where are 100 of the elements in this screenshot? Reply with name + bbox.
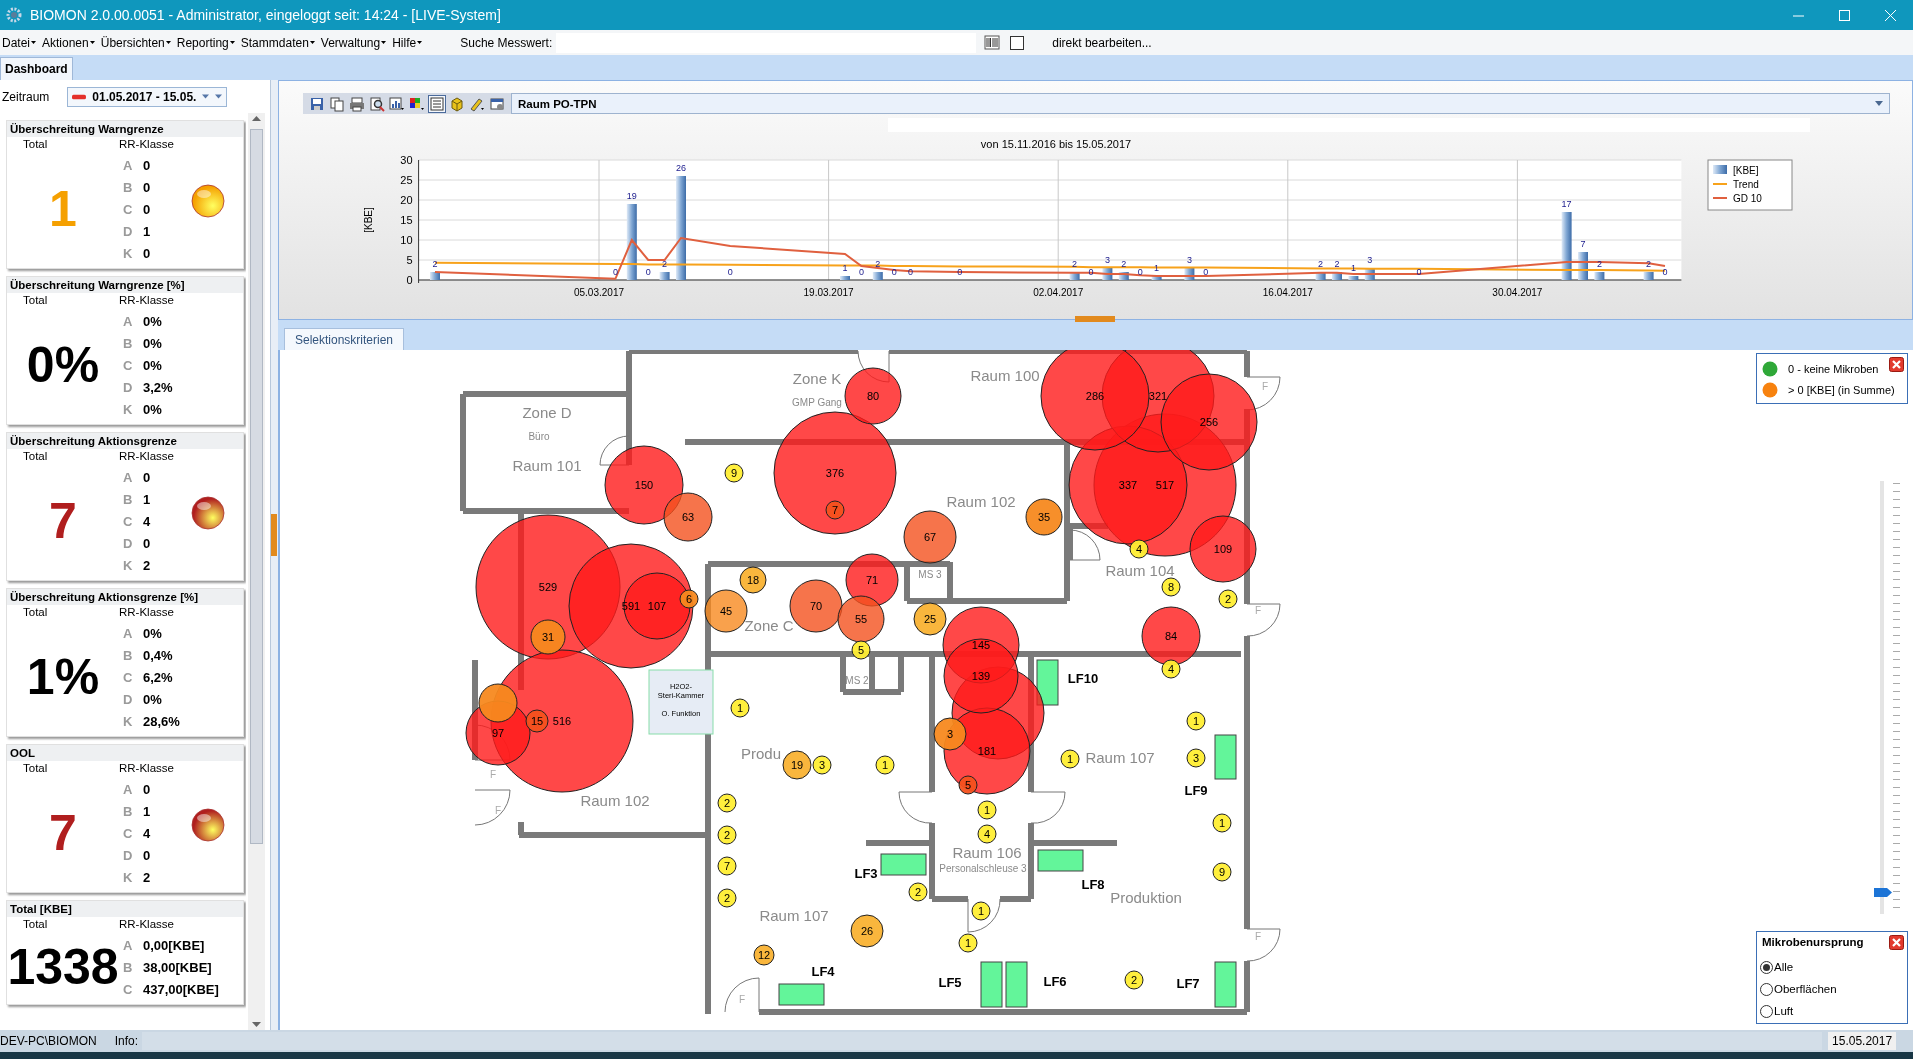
marker-label: 529: [538, 581, 558, 593]
radio-button[interactable]: [1760, 960, 1773, 974]
radio-label[interactable]: Luft: [1774, 1005, 1794, 1017]
color-grid-icon[interactable]: [409, 95, 425, 112]
menu-item[interactable]: Stammdaten: [238, 35, 319, 50]
chart-icon[interactable]: [389, 95, 405, 112]
radio-label[interactable]: Alle: [1774, 961, 1794, 973]
marker-label: 286: [1085, 390, 1105, 402]
card-title: Total [KBE]: [7, 901, 243, 917]
total-value: 1: [49, 184, 77, 234]
count-marker: [971, 901, 991, 921]
class-value: 0,00[KBE]: [143, 937, 205, 953]
class-label: RR-Klasse: [119, 918, 175, 932]
radio-button[interactable]: [1760, 1004, 1773, 1018]
legend-label: [KBE]: [1733, 165, 1759, 176]
bench: [880, 853, 927, 876]
card-title: OOL: [7, 745, 243, 761]
menu-item[interactable]: Reporting: [174, 35, 239, 50]
close-icon[interactable]: [1889, 935, 1904, 950]
total-value: 7: [49, 808, 77, 858]
total-value: 0%: [26, 340, 100, 390]
barcode-icon[interactable]: [984, 35, 1001, 50]
radio-label[interactable]: Oberflächen: [1774, 983, 1837, 995]
close-icon[interactable]: [1889, 357, 1904, 372]
marker-label: 2: [914, 886, 922, 898]
line-swatch-icon: [1712, 183, 1728, 185]
marker-label: 80: [866, 390, 880, 402]
legend-label: Trend: [1733, 179, 1759, 190]
period-dropdown[interactable]: 01.05.2017 - 15.05.: [67, 86, 228, 107]
axis-label: 16.04.2017: [1262, 287, 1313, 298]
bench: [1037, 849, 1084, 872]
menu-item[interactable]: Verwaltung: [318, 35, 391, 50]
class-letter: A: [122, 469, 134, 485]
axis-label: 0: [406, 274, 413, 286]
marker-label: 26: [860, 925, 874, 937]
class-letter: K: [122, 401, 134, 417]
data-label: 0: [1088, 267, 1094, 277]
class-letter: A: [122, 937, 134, 953]
data-label: 1: [1350, 263, 1356, 273]
list-icon[interactable]: [429, 95, 445, 112]
marker-label: 4: [983, 828, 991, 840]
door-label: F: [490, 769, 497, 780]
checkbox-label[interactable]: direkt bearbeiten...: [1052, 35, 1152, 50]
room-label: Produ: [741, 745, 781, 762]
radio-button[interactable]: [1760, 982, 1773, 996]
bar: [840, 276, 850, 280]
marker-label: 9: [1218, 866, 1226, 878]
count-marker: [1124, 970, 1144, 990]
class-letter: B: [122, 647, 134, 663]
class-value: 0%: [143, 691, 162, 707]
marker-label: 12: [757, 949, 771, 961]
caret-icon: [1875, 101, 1883, 106]
bench: [1005, 961, 1028, 1008]
data-label: 0: [727, 267, 733, 277]
tab[interactable]: Selektionskriterien: [284, 328, 405, 350]
class-value: 1: [143, 803, 151, 819]
marker-label: 1: [1066, 753, 1074, 765]
marker-label: 1: [736, 702, 744, 714]
card-title: Überschreitung Warngrenze [%]: [7, 277, 243, 293]
printer-icon[interactable]: [349, 95, 365, 112]
room-label: Raum 107: [1085, 749, 1155, 766]
checkbox[interactable]: [1010, 35, 1025, 50]
marker-label: 15: [530, 715, 544, 727]
scrollbar-thumb[interactable]: [250, 129, 263, 844]
splitter-handle[interactable]: [271, 514, 277, 556]
splitter-handle[interactable]: [1075, 316, 1115, 322]
slider-thumb[interactable]: [1874, 888, 1892, 898]
window-gear-icon[interactable]: [489, 95, 505, 112]
marker-label: 67: [923, 531, 937, 543]
bar: [1151, 276, 1162, 280]
class-value: 0: [143, 201, 151, 217]
marker-label: 145: [971, 639, 991, 651]
data-label: 2: [432, 259, 438, 269]
menu-item[interactable]: Aktionen: [40, 35, 99, 50]
marker-label: 7: [831, 504, 839, 516]
save-icon[interactable]: [309, 95, 325, 112]
class-letter: B: [122, 335, 134, 351]
room-dropdown[interactable]: Raum PO-TPN: [511, 93, 1890, 114]
menu-item[interactable]: Übersichten: [98, 35, 175, 50]
class-value: 0: [143, 179, 151, 195]
menu-item[interactable]: Datei: [0, 35, 40, 50]
class-value: 3,2%: [143, 379, 173, 395]
copy-icon[interactable]: [329, 95, 345, 112]
axis-label: 25: [400, 174, 413, 186]
marker-label: 35: [1037, 511, 1051, 523]
period-label: Zeitraum: [2, 89, 50, 104]
line-swatch-icon: [1712, 197, 1728, 199]
search-icon[interactable]: [369, 95, 385, 112]
marker-label: 591: [621, 600, 641, 612]
class-letter: K: [122, 557, 134, 573]
count-marker: [1060, 749, 1080, 769]
menu-item[interactable]: Hilfe: [390, 35, 427, 50]
maximize-icon[interactable]: [1838, 9, 1850, 21]
tab[interactable]: Dashboard: [0, 57, 73, 80]
bench: [980, 961, 1003, 1008]
marker-label: 107: [647, 600, 667, 612]
cube-icon[interactable]: [449, 95, 465, 112]
scrollbar[interactable]: [248, 113, 265, 1030]
class-letter: C: [122, 357, 134, 373]
data-label: 0: [1416, 267, 1422, 277]
